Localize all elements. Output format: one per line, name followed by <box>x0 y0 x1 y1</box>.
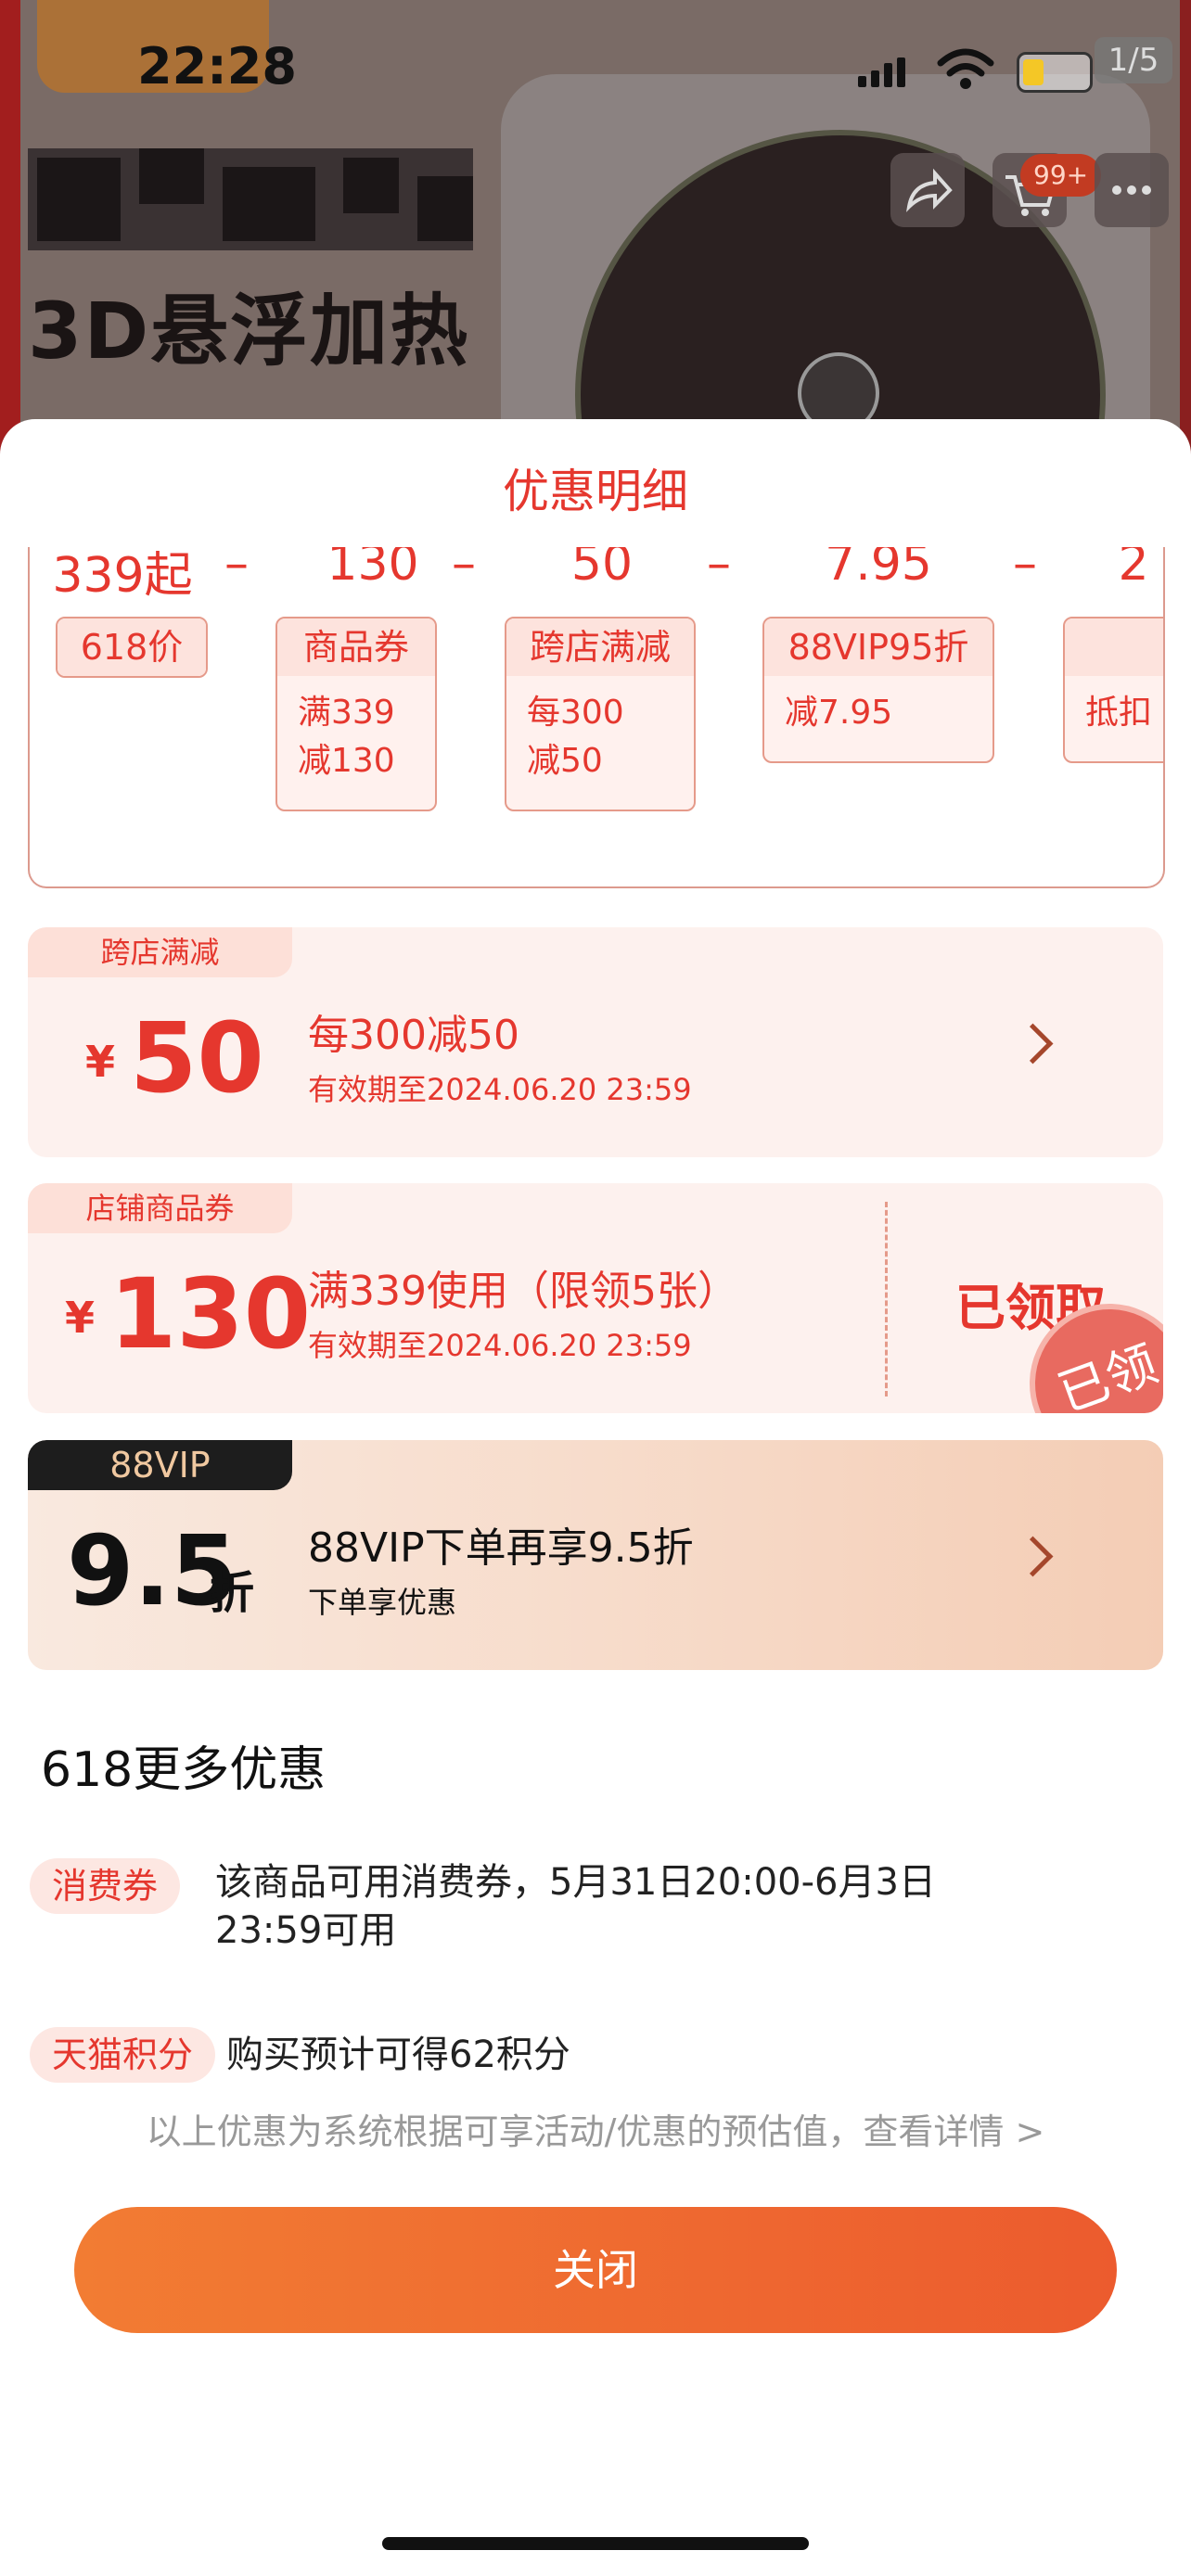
coupon-amount: 130 <box>109 1257 312 1371</box>
more-offers-title: 618更多优惠 <box>41 1742 327 1798</box>
chevron-right-icon <box>1012 1023 1054 1065</box>
currency-symbol: ¥ <box>85 1037 116 1087</box>
breakdown-item-label: 618价 <box>58 618 206 676</box>
breakdown-item-detail: 每300 <box>527 694 624 732</box>
breakdown-item-detail: 满339 <box>298 694 395 732</box>
coupon-divider <box>885 1202 888 1396</box>
image-page-indicator: 1/5 <box>1095 37 1172 83</box>
cross-store-discount-card[interactable]: 跨店满减 ¥ 50 每300减50 有效期至2024.06.20 23:59 <box>28 927 1163 1157</box>
estimate-note-link[interactable]: 以上优惠为系统根据可享活动/优惠的预估值，查看详情 > <box>0 2103 1191 2154</box>
sheet-title: 优惠明细 <box>503 465 688 518</box>
minus-sign: – <box>452 547 476 592</box>
close-button[interactable]: 关闭 <box>74 2207 1117 2333</box>
status-bar: 22:28 1/5 <box>0 0 1191 139</box>
wifi-icon <box>937 48 994 89</box>
breakdown-amount: 2 <box>1118 547 1149 592</box>
vip-subtitle: 下单享优惠 <box>308 1585 457 1620</box>
breakdown-item: 跨店满减 每300 减50 <box>505 617 696 811</box>
tmall-points-text: 购买预计可得62积分 <box>226 2034 570 2076</box>
breakdown-amount: 339起 <box>52 548 193 604</box>
battery-icon <box>1017 52 1093 93</box>
breakdown-item-label <box>1065 618 1163 676</box>
vip-discount-unit: 折 <box>210 1567 255 1619</box>
chevron-right-icon <box>1012 1536 1054 1577</box>
coupon-condition: 每300减50 <box>308 1012 519 1059</box>
store-coupon-card[interactable]: 店铺商品券 ¥ 130 满339使用（限领5张） 有效期至2024.06.20 … <box>28 1183 1163 1413</box>
price-breakdown: 339起 – 130 – 50 – 7.95 – 2 618价 商品券 满339… <box>28 547 1165 888</box>
redacted-text <box>28 148 473 250</box>
breakdown-item: 618价 <box>56 617 208 678</box>
tmall-points-pill: 天猫积分 <box>30 2027 216 2083</box>
breakdown-item-detail: 减7.95 <box>785 694 893 732</box>
product-headline: 3D悬浮加热 <box>28 286 470 376</box>
breakdown-item-label: 商品券 <box>277 618 435 676</box>
minus-sign: – <box>224 547 249 592</box>
breakdown-item: 88VIP95折 减7.95 <box>762 617 994 763</box>
more-icon <box>1112 185 1151 195</box>
cart-count-badge: 99+ <box>1020 154 1102 197</box>
breakdown-amount: 50 <box>570 547 634 592</box>
coupon-validity: 有效期至2024.06.20 23:59 <box>308 1072 692 1107</box>
breakdown-item-detail: 抵扣 <box>1085 694 1153 732</box>
coupon-condition: 满339使用（限领5张） <box>308 1268 738 1315</box>
breakdown-item: 抵扣 <box>1063 617 1163 763</box>
home-indicator[interactable] <box>382 2537 809 2550</box>
coupon-tag: 跨店满减 <box>28 927 292 977</box>
consumption-coupon-text: 该商品可用消费券，5月31日20:00-6月3日23:59可用 <box>215 1861 936 1952</box>
breakdown-item-label: 跨店满减 <box>506 618 694 676</box>
status-time: 22:28 <box>137 37 297 96</box>
coupon-tag: 店铺商品券 <box>28 1183 292 1233</box>
breakdown-item-detail: 减130 <box>298 742 395 780</box>
minus-sign: – <box>1013 547 1037 592</box>
breakdown-item: 商品券 满339 减130 <box>275 617 437 811</box>
vip-condition: 88VIP下单再享9.5折 <box>308 1524 694 1572</box>
vip-discount-card[interactable]: 88VIP 9.5 折 88VIP下单再享9.5折 下单享优惠 <box>28 1440 1163 1670</box>
breakdown-item-detail: 减50 <box>527 742 603 780</box>
share-button[interactable] <box>890 153 965 227</box>
consumption-coupon-pill: 消费券 <box>30 1858 181 1914</box>
currency-symbol: ¥ <box>65 1293 96 1343</box>
vip-tag: 88VIP <box>28 1440 292 1490</box>
share-icon <box>905 168 953 212</box>
cellular-signal-icon <box>858 57 910 87</box>
minus-sign: – <box>707 547 731 592</box>
breakdown-item-label: 88VIP95折 <box>764 618 992 676</box>
more-options-button[interactable] <box>1095 153 1169 227</box>
breakdown-amount: 130 <box>327 547 419 592</box>
breakdown-amount: 7.95 <box>825 547 932 592</box>
coupon-amount: 50 <box>130 1001 264 1115</box>
coupon-validity: 有效期至2024.06.20 23:59 <box>308 1328 692 1363</box>
